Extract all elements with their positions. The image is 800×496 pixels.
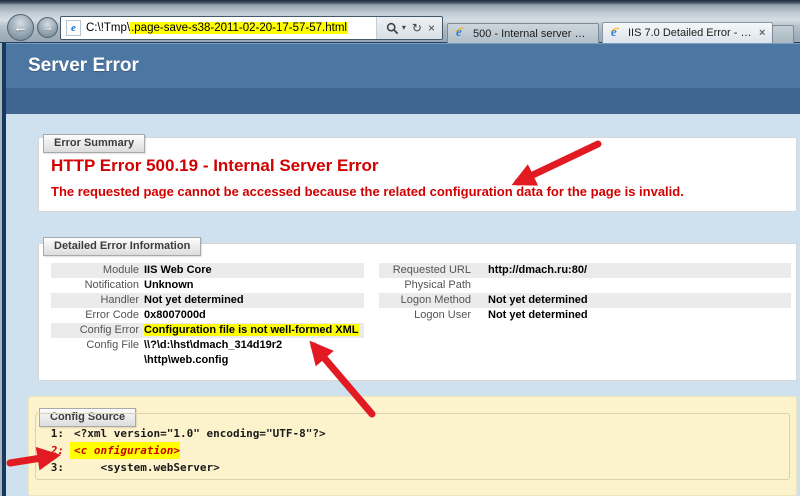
highlighted-value: Configuration file is not well-formed XM… [144,324,359,336]
ie-logo-icon: e [455,27,468,40]
back-icon: ← [13,19,28,36]
tab-bar: e 500 - Internal server error. e IIS 7.0 De… [447,22,773,43]
error-summary-label: Error Summary [43,134,145,153]
row-value: 0x8007000d [139,308,206,323]
ie-logo-icon: e [610,27,623,40]
table-row: Error Code0x8007000d [51,308,364,323]
address-url: C:\!Tmp\.page-save-s38-2011-02-20-17-57-… [86,22,376,34]
row-value: \\?\d:\hst\dmach_314d19r2 \http\web.conf… [139,338,282,368]
page-icon: e [66,20,81,36]
forward-icon: → [42,20,54,34]
error-page-body: Error Summary HTTP Error 500.19 - Intern… [6,114,800,496]
table-row: Requested URLhttp://dmach.ru:80/ [379,263,791,278]
row-label: Error Code [51,308,139,323]
row-value: Configuration file is not well-formed XM… [139,323,359,338]
line-number: 3: [36,459,70,476]
row-value: Not yet determined [471,293,588,308]
row-value: IIS Web Core [139,263,212,278]
address-highlighted-filename: .page-save-s38-2011-02-20-17-57-57.html [130,22,348,34]
line-number: 1: [36,425,70,442]
back-button[interactable]: ← [7,14,34,41]
detailed-error-label: Detailed Error Information [43,237,201,256]
table-row: Logon MethodNot yet determined [379,293,791,308]
table-row: Config File\\?\d:\hst\dmach_314d19r2 \ht… [51,338,364,368]
table-row: Physical Path [379,278,791,293]
refresh-icon[interactable]: ↻ [412,17,422,39]
address-path: C:\!Tmp\ [86,22,130,34]
table-row: Config Error Configuration file is not we… [51,323,364,338]
tab-title: 500 - Internal server error. [473,28,591,40]
row-label: Physical Path [379,278,471,293]
row-label: Config File [51,338,139,368]
row-value: http://dmach.ru:80/ [471,263,587,278]
detailed-error-table-right: Requested URLhttp://dmach.ru:80/Physical… [379,263,791,323]
row-value: Not yet determined [471,308,588,323]
config-source-line: 2:<c onfiguration> [36,442,789,459]
config-source-section: Config Source 1:<?xml version="1.0" enco… [28,396,797,496]
row-label: Requested URL [379,263,471,278]
line-code: <system.webServer> [70,459,220,476]
line-code: <?xml version="1.0" encoding="UTF-8"?> [70,425,326,442]
error-title: HTTP Error 500.19 - Internal Server Erro… [51,156,379,176]
table-row: ModuleIIS Web Core [51,263,364,278]
row-value [471,278,488,293]
page-viewport: Server Error Error Summary HTTP Error 50… [0,43,800,496]
row-value: Unknown [139,278,194,293]
config-source-box: 1:<?xml version="1.0" encoding="UTF-8"?>… [35,413,790,480]
forward-button[interactable]: → [37,17,58,38]
search-icon[interactable] [386,22,399,35]
row-label: Config Error [51,323,139,338]
line-number: 2: [36,442,70,459]
table-row: NotificationUnknown [51,278,364,293]
browser-tab[interactable]: e IIS 7.0 Detailed Error - 500.1... × [602,22,773,43]
row-label: Module [51,263,139,278]
row-label: Logon Method [379,293,471,308]
stop-icon[interactable]: × [428,17,435,39]
page-content: Server Error Error Summary HTTP Error 50… [6,43,800,496]
table-row: HandlerNot yet determined [51,293,364,308]
search-dropdown-icon[interactable]: ▾ [402,17,406,39]
address-bar[interactable]: e C:\!Tmp\.page-save-s38-2011-02-20-17-5… [60,16,443,40]
row-label: Logon User [379,308,471,323]
address-bar-buttons: ▾ ↻ × [376,17,442,39]
table-row: Logon UserNot yet determined [379,308,791,323]
tab-title: IIS 7.0 Detailed Error - 500.1... [628,27,752,39]
detailed-error-section: Detailed Error Information ModuleIIS Web… [38,243,797,381]
line-code: <c onfiguration> [70,442,180,459]
header-band [6,88,800,114]
browser-tab[interactable]: e 500 - Internal server error. [447,23,599,43]
row-label: Notification [51,278,139,293]
browser-window: ← → e C:\!Tmp\.page-save-s38-2011-02-20-… [0,0,800,496]
browser-chrome: ← → e C:\!Tmp\.page-save-s38-2011-02-20-… [0,0,800,43]
row-label: Handler [51,293,139,308]
detailed-error-table-left: ModuleIIS Web CoreNotificationUnknownHan… [51,263,364,368]
row-value: Not yet determined [139,293,244,308]
config-source-code: 1:<?xml version="1.0" encoding="UTF-8"?>… [36,425,789,476]
tab-close-icon[interactable]: × [757,27,765,39]
page-header: Server Error [6,43,800,88]
config-source-line: 3: <system.webServer> [36,459,789,476]
error-message: The requested page cannot be accessed be… [51,184,684,199]
config-source-line: 1:<?xml version="1.0" encoding="UTF-8"?> [36,425,789,442]
new-tab-stub[interactable] [772,25,794,43]
error-summary-section: Error Summary HTTP Error 500.19 - Intern… [38,137,797,212]
page-title: Server Error [28,55,139,77]
